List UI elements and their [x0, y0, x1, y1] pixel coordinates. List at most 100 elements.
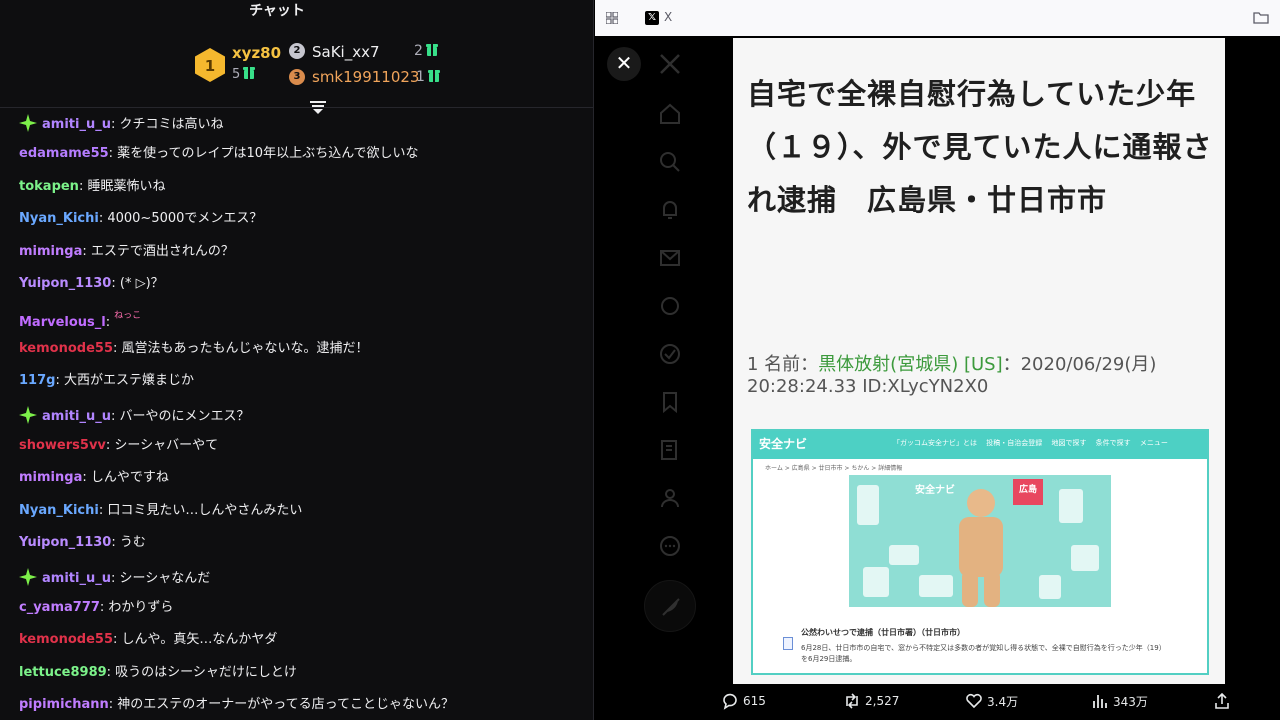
chat-message-text: : クチコミは高いね [110, 117, 224, 132]
chat-message: amiti_u_u: バーやのにメンエス？ [19, 405, 249, 425]
chat-title: チャット [249, 3, 305, 19]
close-media-button[interactable]: ✕ [607, 47, 641, 81]
chat-message-text: : 大西がエステ嬢まじか [55, 373, 194, 389]
chat-username[interactable]: amiti_u_u [42, 409, 111, 424]
chat-username[interactable]: 117g [19, 373, 55, 388]
chat-username[interactable]: amiti_u_u [42, 117, 111, 132]
chat-username[interactable]: kemonode55 [19, 341, 113, 356]
chat-username[interactable]: kemonode55 [19, 632, 113, 647]
chat-username[interactable]: amiti_u_u [42, 571, 111, 586]
chat-message-text: : しんや。真矢…なんかヤダ [113, 632, 278, 648]
chat-message-text: : シーシャなんだ [110, 570, 211, 586]
chat-message-text: : うむ [111, 535, 146, 551]
chat-message: mimingа: しんやですね [19, 470, 169, 486]
chat-header: チャット [0, 0, 593, 19]
chat-message: Yuipon_1130: (* ▷)？ [19, 276, 164, 292]
media-image-article: 自宅で全裸自慰行為していた少年（１９）、外で見ていた人に通報され逮捕 広島県・廿… [733, 38, 1225, 684]
chat-username[interactable]: showers5vv [19, 438, 106, 453]
chat-message-text: : 睡眠薬怖いね [78, 178, 166, 194]
chat-message-list[interactable]: amiti_u_u: クチコミは高いね edamame55: 薬を使ってのレイプは… [0, 108, 593, 720]
profile-icon[interactable] [658, 486, 682, 510]
sparkle-badge-icon[interactable] [19, 405, 37, 424]
site-logo: 安全ナビ [759, 437, 808, 451]
site-body: 6月28日、廿日市市の自宅で、窓から不特定又は多数の者が覚知し得る状態で、全裸で… [801, 644, 1166, 663]
site-headline: 公然わいせつで逮捕（廿日市署）（廿日市市） [801, 628, 965, 637]
bookmarks-icon[interactable] [658, 390, 682, 414]
chat-message-text: : 風営法もあったもんじゃないな。逮捕だ！ [113, 340, 369, 356]
share-icon [1215, 692, 1229, 709]
communities-icon[interactable] [658, 342, 682, 366]
gift-icon [427, 69, 440, 82]
chat-message: amiti_u_u: クチコミは高いね [19, 114, 223, 133]
post-button[interactable] [644, 580, 696, 632]
chat-message-text: : 薬を使ってのレイプは10年以上ぶち込んで欲しいな [108, 146, 419, 162]
share-button[interactable] [1213, 692, 1235, 710]
chat-username[interactable]: mimingа [19, 470, 82, 485]
rank3-username[interactable]: smk19911023 [312, 68, 419, 86]
article-meta: 1 名前：黒体放射(宮城県) [US]：2020/06/29(月) 20:28:… [747, 354, 1157, 397]
search-icon[interactable] [658, 150, 682, 174]
chat-username[interactable]: Yuipon_1130 [19, 276, 111, 291]
chat-username[interactable]: Nyan_Kichi [19, 503, 99, 518]
chat-message-text: : わかりずら [99, 600, 174, 615]
views-icon [1093, 695, 1107, 708]
chat-username[interactable]: tokapen [19, 179, 79, 194]
chat-message: tokapen: 睡眠薬怖いね [19, 179, 165, 195]
chat-username[interactable]: mimingа [19, 244, 82, 259]
chat-username[interactable]: c_yama777 [19, 600, 100, 615]
chat-username[interactable]: Yuipon_1130 [19, 535, 111, 550]
chat-message-text: : (* ▷)？ [111, 276, 164, 291]
folder-icon[interactable] [1253, 11, 1269, 24]
chat-message-text: : しんやですね [82, 470, 169, 486]
like-button[interactable]: 3.4万 [965, 692, 1018, 710]
rank1-gift-count: 5 [232, 67, 256, 82]
chat-message: kemonode55: しんや。真矢…なんかヤダ [19, 632, 277, 648]
chat-username[interactable]: edamame55 [19, 146, 109, 161]
lists-icon[interactable] [658, 438, 682, 462]
chat-message-text: : 神のエステのオーナーがやってる店ってことじゃないん？ [108, 697, 454, 713]
rank2-username[interactable]: SaKi_xx7 [312, 43, 380, 61]
gift-leaderboard: 1 xyz80 5 2 SaKi_xx7 2 3 smk19911023 1 [0, 18, 593, 114]
chat-message: 117g: 大西がエステ嬢まじか [19, 373, 194, 389]
chat-username[interactable]: lettuce8989 [19, 665, 107, 680]
chat-message: amiti_u_u: シーシャなんだ [19, 567, 211, 587]
rank1-badge-icon: 1 [195, 48, 225, 82]
emote: ねっこ [114, 311, 142, 322]
document-icon [783, 637, 793, 650]
tab-title[interactable]: X [664, 10, 672, 24]
views-button[interactable]: 343万 [1091, 692, 1148, 710]
browser-window: 𝕏 X ✕ 自宅で全裸自慰行為していた少年（１９）、外で見ていた人に通報され逮捕… [595, 0, 1280, 720]
chat-username[interactable]: pipimichann [19, 697, 109, 712]
chat-message: pipimichann: 神のエステのオーナーがやってる店ってことじゃないん？ [19, 697, 454, 713]
x-logo-icon[interactable] [658, 52, 682, 76]
grok-icon[interactable] [658, 294, 682, 318]
home-icon[interactable] [658, 102, 682, 126]
chat-message: Yuipon_1130: うむ [19, 535, 146, 551]
chat-username[interactable]: Marvelous_l [19, 315, 106, 330]
rank2-badge-icon: 2 [289, 43, 305, 59]
hero-logo: 安全ナビ [915, 485, 955, 496]
chat-message-text: : [105, 315, 111, 331]
notifications-icon[interactable] [658, 198, 682, 222]
reply-button[interactable]: 615 [721, 692, 766, 710]
more-icon[interactable] [658, 534, 682, 558]
hero-flag: 広島 [1013, 479, 1043, 505]
article-title: 自宅で全裸自慰行為していた少年（１９）、外で見ていた人に通報され逮捕 広島県・廿… [747, 77, 1213, 217]
rank1-username[interactable]: xyz80 [232, 44, 281, 62]
chat-message: Marvelous_l: ねっこ [19, 308, 141, 331]
tab-overview-icon[interactable] [606, 12, 618, 24]
tweet-action-bar: 615 2,527 3.4万 343万 [721, 692, 1241, 720]
embedded-site-screenshot: 安全ナビ 「ガッコム安全ナビ」とは 投稿・自治会登録 地図で探す 条件で探す メ… [751, 429, 1209, 675]
rank3-badge-icon: 3 [289, 69, 305, 85]
sparkle-badge-icon[interactable] [19, 114, 37, 132]
chat-message-text: : シーシャバーやて [105, 438, 219, 453]
gift-icon [243, 67, 256, 79]
repost-button[interactable]: 2,527 [843, 692, 899, 710]
sparkle-badge-icon[interactable] [19, 567, 37, 586]
messages-icon[interactable] [658, 246, 682, 270]
chat-message: kemonode55: 風営法もあったもんじゃないな。逮捕だ！ [19, 341, 369, 357]
chat-username[interactable]: Nyan_Kichi [19, 211, 99, 226]
site-hero-illustration: 安全ナビ 広島 [849, 475, 1111, 607]
site-menu: 「ガッコム安全ナビ」とは 投稿・自治会登録 地図で探す 条件で探す メニュー [893, 439, 1168, 447]
reply-icon [723, 693, 737, 710]
